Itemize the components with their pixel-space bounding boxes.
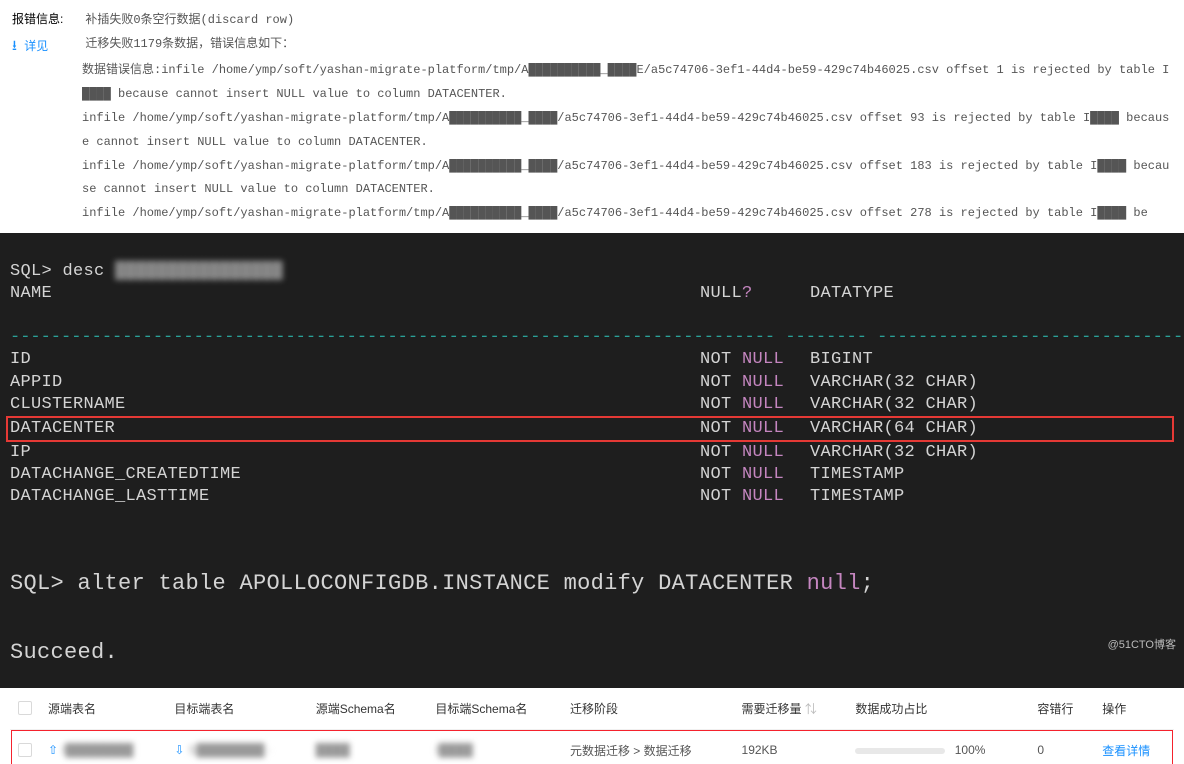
highlighted-row: DATACENTERNOT NULLVARCHAR(64 CHAR) — [6, 416, 1174, 442]
migration-table: 源端表名 目标端表名 源端Schema名 目标端Schema名 迁移阶段 需要迁… — [0, 688, 1184, 764]
cell-dst-table: S████████ · — [188, 743, 271, 757]
arrow-up-icon: ⇧ — [48, 743, 58, 757]
col-fault: 容错行 — [1029, 688, 1094, 730]
error-label: 报错信息: — [12, 8, 82, 31]
desc-row: IPNOT NULLVARCHAR(32 CHAR) — [10, 442, 1174, 464]
table-header-row: 源端表名 目标端表名 源端Schema名 目标端Schema名 迁移阶段 需要迁… — [10, 688, 1174, 730]
alter-command: SQL> alter table APOLLOCONFIGDB.INSTANCE… — [10, 571, 874, 596]
separator-dashes: ----------------------------------------… — [10, 328, 1184, 347]
desc-row: DATACHANGE_LASTTIMENOT NULLTIMESTAMP — [10, 486, 1174, 508]
error-log-panel: 报错信息: 补插失败0条空行数据(discard row) ⭳ 详见 迁移失败1… — [0, 0, 1184, 233]
error-line: infile /home/ymp/soft/yashan-migrate-pla… — [82, 63, 1169, 101]
table-row[interactable]: ⇧ I████████ ⇩ S████████ · ████ I████ 元数据迁移… — [10, 729, 1174, 764]
error-line: infile /home/ymp/soft/yashan-migrate-pla… — [82, 111, 1169, 149]
cell-need: 192KB — [734, 729, 848, 764]
col-src-schema: 源端Schema名 — [308, 688, 428, 730]
progress-bar — [855, 748, 945, 754]
desc-row: DATACHANGE_CREATEDTIMENOT NULLTIMESTAMP — [10, 464, 1174, 486]
desc-row: CLUSTERNAMENOT NULLVARCHAR(32 CHAR) — [10, 394, 1174, 416]
col-header-datatype: DATATYPE — [810, 283, 894, 305]
col-header-name: NAME — [10, 283, 700, 305]
desc-command: SQL> desc ████████████████ — [10, 262, 283, 281]
col-phase: 迁移阶段 — [562, 688, 734, 730]
cell-dst-schema: I████ — [435, 743, 472, 757]
error-line: infile /home/ymp/soft/yashan-migrate-pla… — [82, 159, 1169, 197]
cell-ratio: 100% — [847, 729, 1029, 764]
col-op: 操作 — [1094, 688, 1174, 730]
col-dst-table: 目标端表名 — [166, 688, 307, 730]
sort-icon: ⇅ — [805, 702, 817, 716]
cell-src-table: I████████ — [62, 743, 133, 757]
error-line: infile /home/ymp/soft/yashan-migrate-pla… — [82, 206, 1148, 220]
col-header-null: NULL? — [700, 283, 810, 305]
watermark: @51CTO博客 — [1108, 636, 1176, 652]
error-summary-2: 迁移失败1179条数据，错误信息如下： — [85, 37, 294, 51]
download-icon[interactable]: ⭳ — [12, 37, 17, 53]
view-details-link[interactable]: 查看详情 — [1102, 744, 1150, 758]
cell-fault: 0 — [1029, 729, 1094, 764]
arrow-down-icon: ⇩ — [174, 743, 184, 757]
succeed-msg: Succeed. — [10, 640, 118, 665]
error-summary-1: 补插失败0条空行数据(discard row) — [85, 13, 294, 27]
desc-row: IDNOT NULLBIGINT — [10, 349, 1174, 371]
cell-phase: 元数据迁移 > 数据迁移 — [562, 729, 734, 764]
error-line-prefix: 数据错误信息: — [82, 63, 161, 77]
col-need[interactable]: 需要迁移量 ⇅ — [734, 688, 848, 730]
cell-src-schema: ████ — [316, 743, 350, 757]
col-success-ratio: 数据成功占比 — [847, 688, 1029, 730]
col-dst-schema: 目标端Schema名 — [427, 688, 562, 730]
row-checkbox[interactable] — [18, 743, 32, 757]
sql-terminal: SQL> desc ████████████████ NAMENULL?DATA… — [0, 233, 1184, 688]
col-src-table: 源端表名 — [40, 688, 166, 730]
select-all-checkbox[interactable] — [18, 701, 32, 715]
desc-row: APPIDNOT NULLVARCHAR(32 CHAR) — [10, 372, 1174, 394]
details-link[interactable]: 详见 — [24, 39, 48, 53]
